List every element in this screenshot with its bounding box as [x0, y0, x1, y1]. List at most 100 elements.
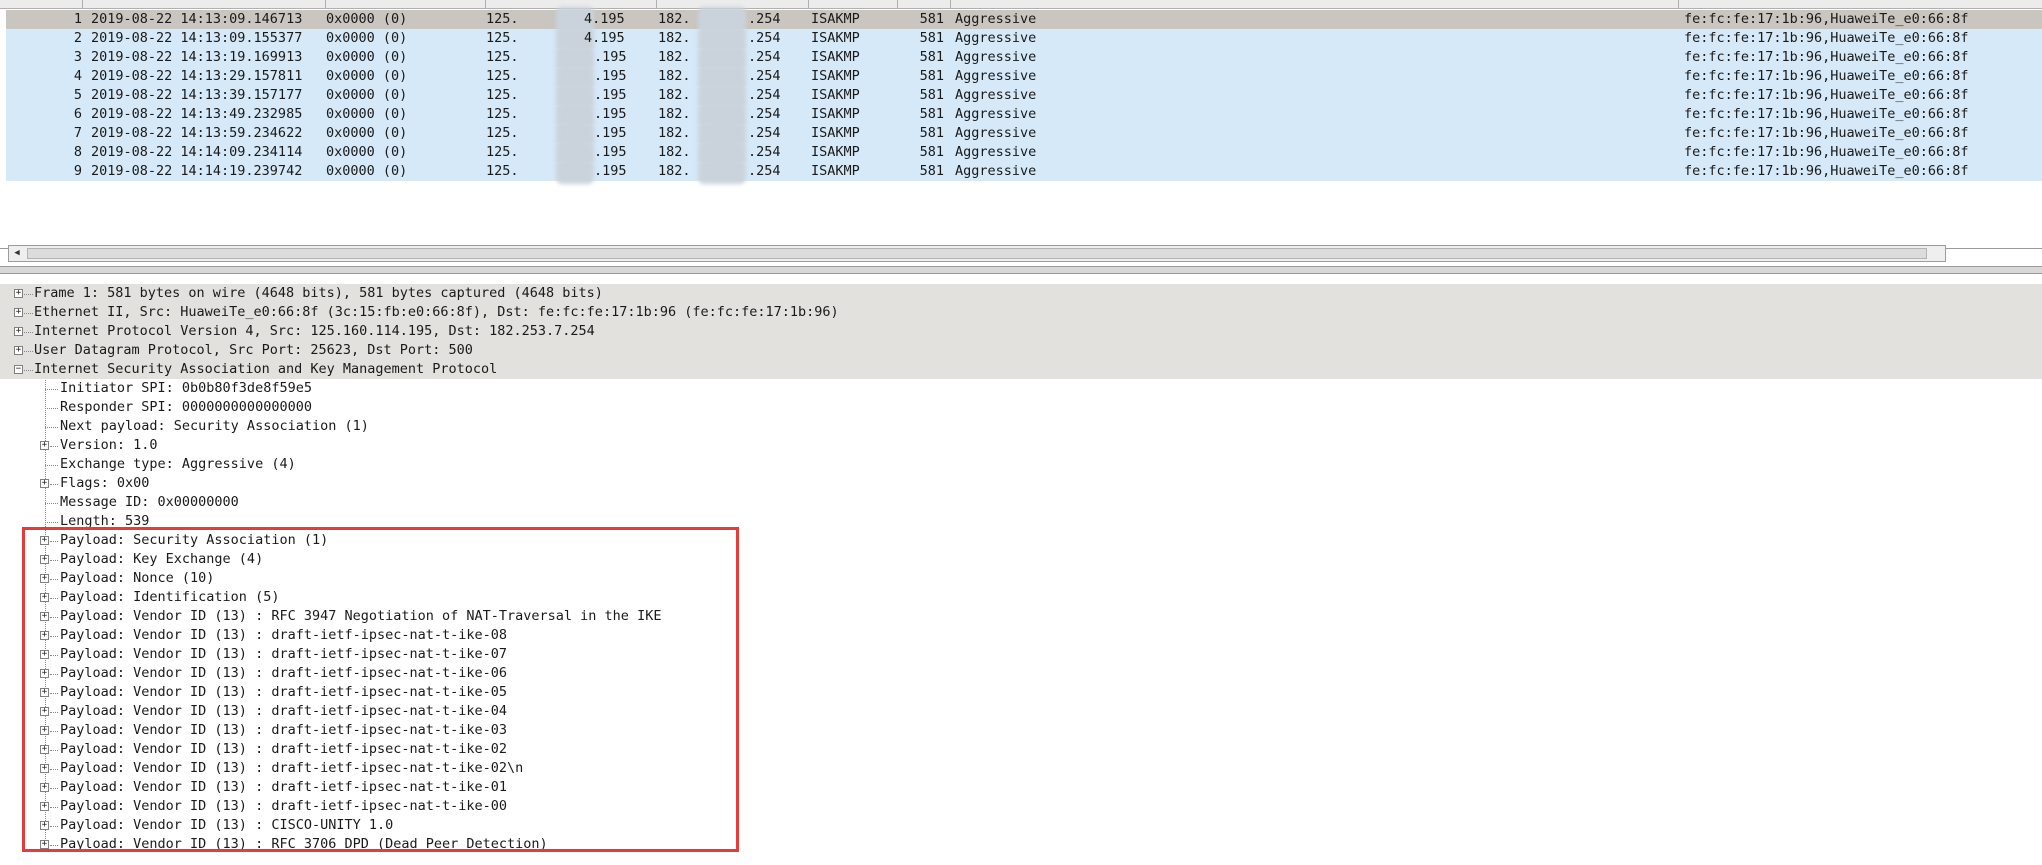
- tree-item[interactable]: + Payload: Vendor ID (13) : RFC 3947 Nego…: [0, 607, 2042, 626]
- plus-box-icon[interactable]: +: [40, 631, 49, 640]
- packet-row[interactable]: 1 2019-08-22 14:13:09.146713 0x0000 (0) 125…: [6, 7, 2042, 32]
- tree-connector: [50, 636, 58, 638]
- plus-box-icon[interactable]: +: [40, 555, 49, 564]
- minus-box-icon[interactable]: −: [14, 365, 23, 374]
- tree-item[interactable]: + Payload: Vendor ID (13) : draft-ietf-ip…: [0, 645, 2042, 664]
- tree-item[interactable]: + Version: 1.0: [0, 436, 2042, 455]
- column-separator[interactable]: [1678, 0, 1679, 8]
- source-suffix: .195: [594, 163, 627, 179]
- plus-box-icon[interactable]: +: [14, 346, 23, 355]
- tree-item[interactable]: + Payload: Vendor ID (13) : CISCO-UNITY 1…: [0, 816, 2042, 835]
- packet-time: 2019-08-22 14:13:29.157811: [91, 68, 303, 84]
- tree-item[interactable]: + Payload: Vendor ID (13) : draft-ietf-ip…: [0, 721, 2042, 740]
- destination-prefix: 182.: [658, 49, 691, 65]
- tree-item[interactable]: Message ID: 0x00000000: [0, 493, 2042, 512]
- plus-box-icon[interactable]: +: [40, 707, 49, 716]
- plus-box-icon[interactable]: +: [40, 612, 49, 621]
- plus-box-icon[interactable]: +: [40, 726, 49, 735]
- packet-source: 125. 4.195: [486, 7, 625, 32]
- packet-row[interactable]: 6 2019-08-22 14:13:49.232985 0x0000 (0) 125…: [6, 102, 2042, 127]
- plus-box-icon[interactable]: +: [14, 289, 23, 298]
- scrollbar-thumb[interactable]: [27, 248, 1927, 259]
- plus-box-icon[interactable]: +: [40, 669, 49, 678]
- tree-item[interactable]: + Payload: Vendor ID (13) : draft-ietf-ip…: [0, 759, 2042, 778]
- packet-number: 5: [73, 87, 82, 103]
- tree-item-label: Next payload: Security Association (1): [60, 418, 369, 434]
- plus-box-icon[interactable]: +: [40, 536, 49, 545]
- tree-item[interactable]: + Payload: Vendor ID (13) : draft-ietf-ip…: [0, 626, 2042, 645]
- horizontal-scrollbar[interactable]: ◀: [8, 245, 1946, 262]
- packet-row[interactable]: 2 2019-08-22 14:13:09.155377 0x0000 (0) 125…: [6, 26, 2042, 51]
- plus-box-icon[interactable]: +: [40, 479, 49, 488]
- plus-box-icon[interactable]: +: [14, 327, 23, 336]
- packet-row[interactable]: 4 2019-08-22 14:13:29.157811 0x0000 (0) 125…: [6, 64, 2042, 89]
- column-separator[interactable]: [950, 0, 951, 8]
- source-prefix: 125.: [486, 144, 519, 160]
- column-separator[interactable]: [656, 0, 657, 8]
- tree-item-label: Payload: Vendor ID (13) : draft-ietf-ips…: [60, 722, 508, 738]
- packet-extra-column: fe:fc:fe:17:1b:96,HuaweiTe_e0:66:8f: [1684, 144, 1969, 160]
- plus-box-icon[interactable]: +: [40, 783, 49, 792]
- pane-splitter[interactable]: [0, 266, 2042, 274]
- source-prefix: 125.: [486, 106, 519, 122]
- plus-box-icon[interactable]: +: [40, 764, 49, 773]
- packet-row[interactable]: 3 2019-08-22 14:13:19.169913 0x0000 (0) 125…: [6, 45, 2042, 70]
- column-separator[interactable]: [82, 0, 83, 8]
- plus-box-icon[interactable]: +: [40, 802, 49, 811]
- tree-item[interactable]: Responder SPI: 0000000000000000: [0, 398, 2042, 417]
- plus-box-icon[interactable]: +: [40, 745, 49, 754]
- tree-item-label: Flags: 0x00: [60, 475, 150, 491]
- tree-item-label: Payload: Vendor ID (13) : draft-ietf-ips…: [60, 665, 508, 681]
- column-separator[interactable]: [897, 0, 898, 8]
- tree-item[interactable]: + Payload: Identification (5): [0, 588, 2042, 607]
- tree-item-label: Frame 1: 581 bytes on wire (4648 bits), …: [34, 285, 603, 301]
- tree-item[interactable]: + Payload: Vendor ID (13) : draft-ietf-ip…: [0, 740, 2042, 759]
- scroll-left-arrow-icon[interactable]: ◀: [10, 247, 24, 260]
- packet-destination: 182. .254: [658, 45, 781, 70]
- tree-item-protocol[interactable]: + Internet Protocol Version 4, Src: 125.1…: [0, 322, 2042, 341]
- tree-item[interactable]: + Payload: Key Exchange (4): [0, 550, 2042, 569]
- plus-box-icon[interactable]: +: [40, 593, 49, 602]
- tree-connector: [45, 522, 58, 524]
- tree-item[interactable]: + Payload: Vendor ID (13) : draft-ietf-ip…: [0, 702, 2042, 721]
- tree-item-protocol[interactable]: + Frame 1: 581 bytes on wire (4648 bits),…: [0, 284, 2042, 303]
- packet-id: 0x0000 (0): [326, 68, 408, 84]
- plus-box-icon[interactable]: +: [40, 821, 49, 830]
- plus-box-icon[interactable]: +: [40, 574, 49, 583]
- plus-box-icon[interactable]: +: [14, 308, 23, 317]
- plus-box-icon[interactable]: +: [40, 688, 49, 697]
- tree-item[interactable]: Initiator SPI: 0b0b80f3de8f59e5: [0, 379, 2042, 398]
- packet-length: 581: [919, 163, 944, 179]
- tree-item[interactable]: + Flags: 0x00: [0, 474, 2042, 493]
- tree-item[interactable]: + Payload: Nonce (10): [0, 569, 2042, 588]
- tree-item[interactable]: Length: 539: [0, 512, 2042, 531]
- source-suffix: .195: [594, 125, 627, 141]
- tree-item[interactable]: + Payload: Vendor ID (13) : draft-ietf-ip…: [0, 664, 2042, 683]
- column-separator[interactable]: [485, 0, 486, 8]
- destination-suffix: .254: [748, 106, 781, 122]
- packet-row[interactable]: 7 2019-08-22 14:13:59.234622 0x0000 (0) 125…: [6, 121, 2042, 146]
- tree-item[interactable]: Next payload: Security Association (1): [0, 417, 2042, 436]
- plus-box-icon[interactable]: +: [40, 441, 49, 450]
- destination-suffix: .254: [748, 30, 781, 46]
- column-separator[interactable]: [808, 0, 809, 8]
- packet-row[interactable]: 8 2019-08-22 14:14:09.234114 0x0000 (0) 125…: [6, 140, 2042, 165]
- tree-item[interactable]: Exchange type: Aggressive (4): [0, 455, 2042, 474]
- tree-connector: [45, 389, 58, 391]
- tree-item-protocol[interactable]: − Internet Security Association and Key M…: [0, 360, 2042, 379]
- tree-item[interactable]: + Payload: Vendor ID (13) : draft-ietf-ip…: [0, 683, 2042, 702]
- tree-item-protocol[interactable]: + User Datagram Protocol, Src Port: 25623…: [0, 341, 2042, 360]
- tree-item[interactable]: + Payload: Security Association (1): [0, 531, 2042, 550]
- tree-item[interactable]: + Payload: Vendor ID (13) : draft-ietf-ip…: [0, 797, 2042, 816]
- packet-extra-column: fe:fc:fe:17:1b:96,HuaweiTe_e0:66:8f: [1684, 125, 1969, 141]
- plus-box-icon[interactable]: +: [40, 840, 49, 849]
- plus-box-icon[interactable]: +: [40, 650, 49, 659]
- column-separator[interactable]: [325, 0, 326, 8]
- packet-list-column-header[interactable]: [0, 0, 2042, 9]
- tree-item[interactable]: + Payload: Vendor ID (13) : RFC 3706 DPD …: [0, 835, 2042, 854]
- packet-row[interactable]: 5 2019-08-22 14:13:39.157177 0x0000 (0) 125…: [6, 83, 2042, 108]
- tree-item[interactable]: + Payload: Vendor ID (13) : draft-ietf-ip…: [0, 778, 2042, 797]
- source-suffix: .195: [594, 106, 627, 122]
- tree-item-protocol[interactable]: + Ethernet II, Src: HuaweiTe_e0:66:8f (3c…: [0, 303, 2042, 322]
- packet-row[interactable]: 9 2019-08-22 14:14:19.239742 0x0000 (0) 125…: [6, 159, 2042, 184]
